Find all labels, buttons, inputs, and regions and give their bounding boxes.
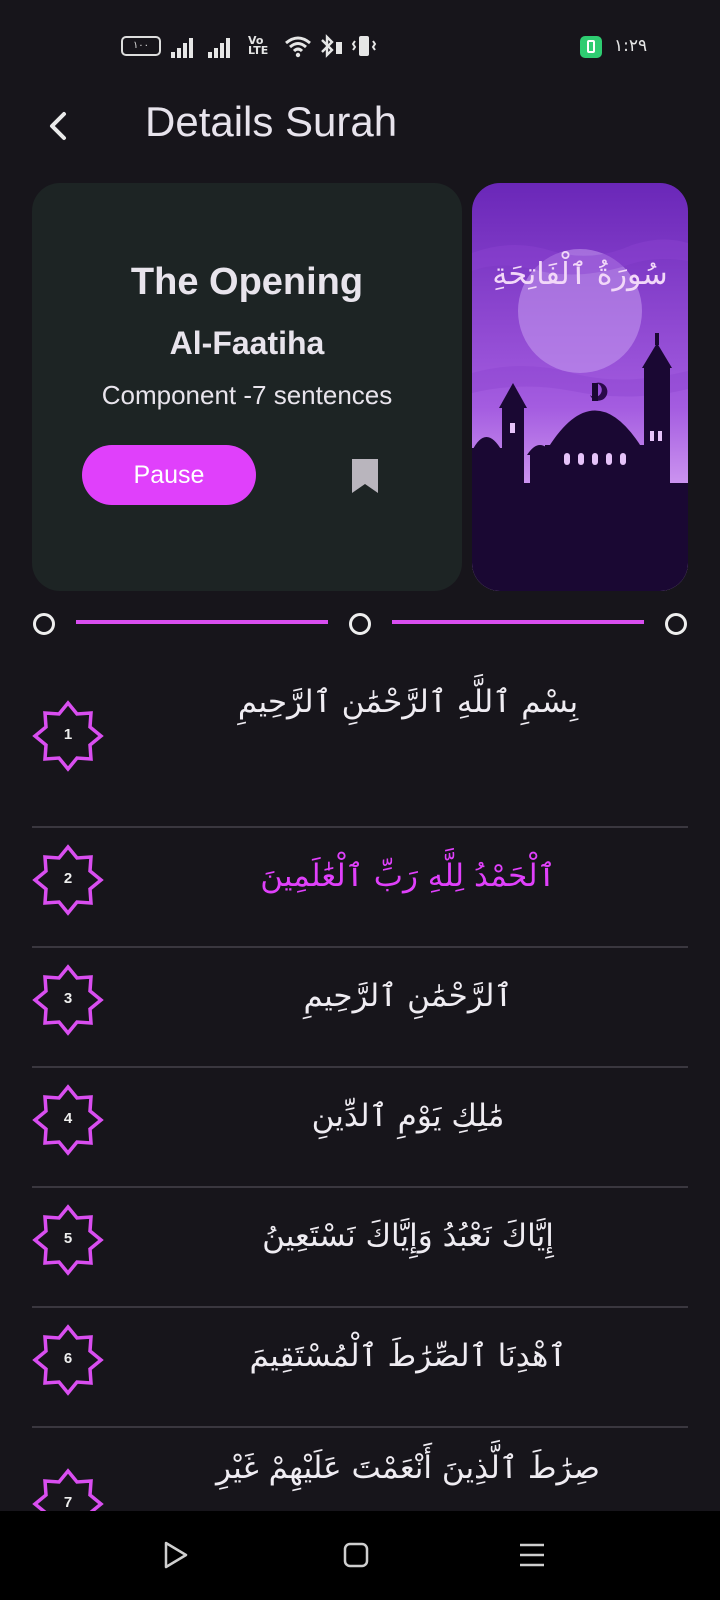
ayah-row[interactable]: 5 إِيَّاكَ نَعْبُدُ وَإِيَّاكَ نَسْتَعِي… [32,1188,688,1308]
ayah-row-active[interactable]: 2 ٱلْحَمْدُ لِلَّهِ رَبِّ ٱلْعَٰلَمِينَ [32,828,688,948]
ayah-number: 4 [63,1110,73,1127]
sentence-count: Component -7 sentences [101,380,393,410]
ayah-text: ٱلْحَمْدُ لِلَّهِ رَبِّ ٱلْعَٰلَمِينَ [260,858,556,894]
ayah-row[interactable]: 3 ٱلرَّحْمَٰنِ ٱلرَّحِيمِ [32,948,688,1068]
signal-icon [208,38,234,58]
pager [0,600,720,648]
bluetooth-icon [321,34,342,58]
surah-card: The Opening Al-Faatiha Component -7 sent… [32,183,462,591]
pager-dot[interactable] [349,613,371,635]
page-title: Details Surah [145,98,398,145]
bookmark-icon[interactable] [350,457,380,495]
wifi-icon [285,36,311,58]
recents-nav-icon[interactable] [514,1539,550,1571]
back-nav-icon[interactable] [158,1539,194,1571]
battery-level: ١٠٠ [132,40,150,51]
ayah-number: 3 [63,990,73,1007]
ayah-number: 2 [63,870,73,887]
pager-line [392,620,644,624]
home-nav-icon[interactable] [338,1539,374,1571]
ayah-list[interactable]: 1 بِسْمِ ٱللَّهِ ٱلرَّحْمَٰنِ ٱلرَّحِيمِ… [32,660,688,1511]
ayah-row[interactable]: 7 صِرَٰطَ ٱلَّذِينَ أَنْعَمْتَ عَلَيْهِم… [32,1428,688,1511]
battery-icon: ١٠٠ [121,36,161,56]
back-button[interactable] [40,106,76,146]
mosque-illustration [472,183,688,591]
signal-icon [171,38,197,58]
ayah-row[interactable]: 6 ٱهْدِنَا ٱلصِّرَٰطَ ٱلْمُسْتَقِيمَ [32,1308,688,1428]
ayah-text: بِسْمِ ٱللَّهِ ٱلرَّحْمَٰنِ ٱلرَّحِيمِ [237,684,579,720]
surah-name: Al-Faatiha [169,325,325,361]
ayah-text: إِيَّاكَ نَعْبُدُ وَإِيَّاكَ نَسْتَعِينُ [262,1218,554,1254]
clock: ١:٢٩ [614,36,648,56]
charging-icon [580,36,602,58]
surah-arabic-title: سُورَةُ ٱلْفَاتِحَةِ [492,257,668,292]
vibrate-icon [351,36,377,56]
pause-button[interactable]: Pause [82,445,256,505]
pager-dot[interactable] [33,613,55,635]
ayah-number: 5 [63,1230,73,1247]
ayah-text: صِرَٰطَ ٱلَّذِينَ أَنْعَمْتَ عَلَيْهِمْ … [216,1450,600,1486]
pager-line [76,620,328,624]
ayah-text: ٱهْدِنَا ٱلصِّرَٰطَ ٱلْمُسْتَقِيمَ [249,1338,567,1374]
ayah-text: مَٰلِكِ يَوْمِ ٱلدِّينِ [311,1098,505,1134]
ayah-text: ٱلرَّحْمَٰنِ ٱلرَّحِيمِ [303,978,513,1014]
ayah-row[interactable]: 4 مَٰلِكِ يَوْمِ ٱلدِّينِ [32,1068,688,1188]
ayah-row[interactable]: 1 بِسْمِ ٱللَّهِ ٱلرَّحْمَٰنِ ٱلرَّحِيمِ [32,660,688,828]
ayah-number: 7 [63,1494,73,1511]
ayah-number: 6 [63,1350,73,1367]
surah-illustration: سُورَةُ ٱلْفَاتِحَةِ [472,183,688,591]
surah-title: The Opening [130,261,364,303]
pager-dot[interactable] [665,613,687,635]
ayah-number: 1 [63,726,73,743]
status-bar: ١٠٠ Vo LTE ١:٢٩ [0,0,720,96]
system-navigation-bar [0,1511,720,1600]
volte-label: Vo LTE [248,34,269,57]
